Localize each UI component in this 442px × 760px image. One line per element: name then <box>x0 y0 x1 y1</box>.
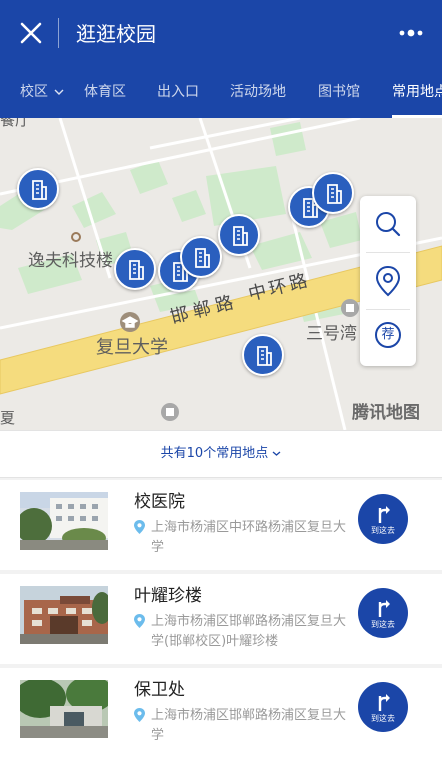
building-icon <box>195 248 210 268</box>
more-icon[interactable] <box>398 26 424 40</box>
building-icon <box>327 184 342 204</box>
map-provider-logo: 腾讯地图 <box>352 403 420 423</box>
list-item[interactable]: 校医院 上海市杨浦区中环路杨浦区复旦大学 到这去 <box>0 480 442 570</box>
location-pin-icon <box>375 265 401 297</box>
navigate-button[interactable]: 到这去 <box>358 494 408 544</box>
tab-activity-venues[interactable]: 活动场地 <box>230 82 286 102</box>
place-name: 叶耀珍楼 <box>134 586 202 606</box>
poi-marker[interactable] <box>17 168 59 210</box>
recommend-label: 荐 <box>381 327 395 342</box>
landmark-icon <box>341 299 359 317</box>
poi-marker[interactable] <box>312 172 354 214</box>
building-icon <box>233 226 248 246</box>
map-pin-icon <box>134 708 145 722</box>
direction-icon <box>378 694 390 711</box>
header-divider <box>58 18 59 48</box>
navigate-label: 到这去 <box>371 714 395 723</box>
place-photo <box>20 586 108 644</box>
tab-campus-label: 校区 <box>20 84 48 100</box>
poi-marker[interactable] <box>242 334 284 376</box>
direction-icon <box>378 600 390 617</box>
place-count-text: 共有10个常用地点 <box>160 446 269 461</box>
campus-map[interactable]: 餐厅 逸夫科技楼 邯郸路 中环路 复旦大学 三号湾 夏 荐 腾讯地图 <box>0 118 442 430</box>
chevron-down-icon <box>54 89 64 95</box>
poi-marker[interactable] <box>114 248 156 290</box>
map-pin-icon <box>134 520 145 534</box>
map-label-yifu: 逸夫科技楼 <box>28 251 113 271</box>
building-icon <box>32 180 47 200</box>
place-photo <box>20 492 108 550</box>
place-count-toggle[interactable]: 共有10个常用地点 <box>0 430 442 478</box>
close-icon[interactable] <box>18 20 44 46</box>
navigate-button[interactable]: 到这去 <box>358 588 408 638</box>
map-controls: 荐 <box>360 196 416 366</box>
place-name: 校医院 <box>134 492 185 512</box>
poi-marker[interactable] <box>218 214 260 256</box>
map-pin-icon <box>134 614 145 628</box>
direction-icon <box>378 506 390 523</box>
navigate-button[interactable]: 到这去 <box>358 682 408 732</box>
map-locate-button[interactable] <box>360 253 416 309</box>
place-address: 上海市杨浦区邯郸路杨浦区复旦大学(邯郸校区)叶耀珍楼 <box>151 614 347 649</box>
tab-library[interactable]: 图书馆 <box>318 82 360 102</box>
map-label-bottom: 夏 <box>0 409 16 427</box>
building-icon <box>129 260 144 280</box>
category-tabs: 校区 体育区 出入口 活动场地 图书馆 常用地点 <box>0 68 442 118</box>
list-item[interactable]: 叶耀珍楼 上海市杨浦区邯郸路杨浦区复旦大学(邯郸校区)叶耀珍楼 到这去 <box>0 574 442 664</box>
place-address: 上海市杨浦区邯郸路杨浦区复旦大学 <box>151 708 347 743</box>
list-item[interactable]: 保卫处 上海市杨浦区邯郸路杨浦区复旦大学 到这去 <box>0 668 442 760</box>
tab-campus[interactable]: 校区 <box>20 82 64 102</box>
page-title: 逛逛校园 <box>76 22 156 46</box>
search-icon <box>376 212 401 237</box>
navigate-label: 到这去 <box>371 526 395 535</box>
app-header: 逛逛校园 <box>0 0 442 68</box>
map-label-fudan: 复旦大学 <box>96 337 168 358</box>
tab-common-places[interactable]: 常用地点 <box>392 82 442 102</box>
school-icon <box>120 312 140 332</box>
place-photo <box>20 680 108 738</box>
tab-entrances[interactable]: 出入口 <box>157 82 199 102</box>
landmark-icon <box>161 403 179 421</box>
building-icon <box>257 346 272 366</box>
map-recommend-button[interactable]: 荐 <box>360 310 416 366</box>
navigate-label: 到这去 <box>371 620 395 629</box>
map-label-sanhaowan: 三号湾 <box>306 324 357 344</box>
map-label-top: 餐厅 <box>0 118 31 129</box>
place-address: 上海市杨浦区中环路杨浦区复旦大学 <box>151 520 347 555</box>
poi-marker[interactable] <box>180 236 222 278</box>
tab-sports[interactable]: 体育区 <box>84 82 126 102</box>
chevron-down-icon <box>272 451 281 456</box>
map-search-button[interactable] <box>360 196 416 252</box>
place-name: 保卫处 <box>134 680 185 700</box>
recommend-icon: 荐 <box>375 322 401 348</box>
